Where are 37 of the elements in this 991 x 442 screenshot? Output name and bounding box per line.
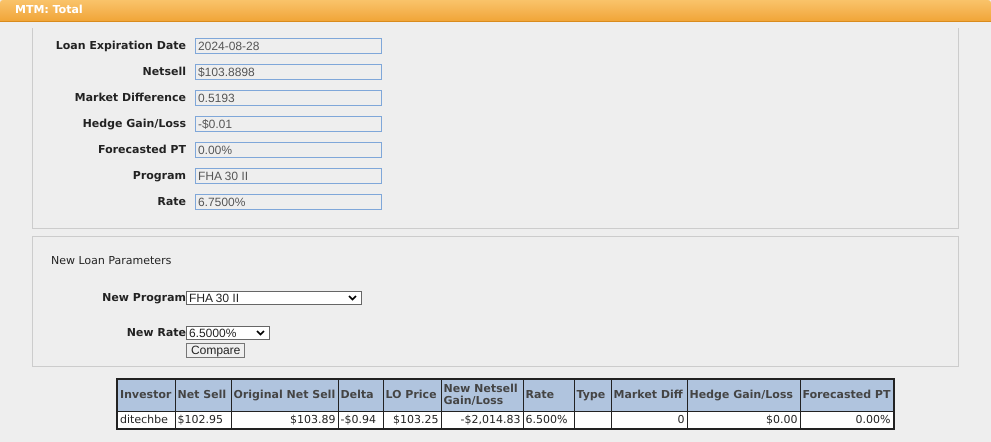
section-title: New Loan Parameters bbox=[51, 254, 172, 267]
column-header: Type bbox=[574, 379, 611, 411]
caret-icon bbox=[256, 330, 265, 336]
column-header: Hedge Gain/Loss bbox=[687, 379, 800, 411]
table-cell: 6.500% bbox=[523, 411, 574, 429]
program-select[interactable]: FHA 30 II bbox=[186, 290, 362, 305]
column-header: Original Net Sell bbox=[231, 379, 338, 411]
field-label: Market Difference bbox=[74, 90, 186, 106]
input-field[interactable]: 0.00% bbox=[195, 142, 382, 158]
column-header: LO Price bbox=[383, 379, 441, 411]
panel-title: MTM: Total bbox=[15, 2, 83, 18]
table-cell: -$0.94 bbox=[338, 411, 383, 429]
column-header: Forecasted PT bbox=[800, 379, 894, 411]
field-label: New Program bbox=[101, 290, 186, 306]
input-field[interactable]: $103.8898 bbox=[195, 64, 382, 80]
input-field[interactable]: 0.5193 bbox=[195, 90, 382, 106]
field-label: Loan Expiration Date bbox=[54, 38, 186, 54]
field-label: New Rate bbox=[126, 325, 186, 341]
column-header: Delta bbox=[338, 379, 383, 411]
table-cell: $102.95 bbox=[175, 411, 231, 429]
column-header: Market Diff bbox=[611, 379, 687, 411]
column-header: Rate bbox=[523, 379, 574, 411]
rate-select[interactable]: 6.5000% bbox=[186, 326, 270, 340]
field-label: Forecasted PT bbox=[97, 142, 186, 158]
field-label: Program bbox=[132, 168, 186, 184]
column-header: Investor bbox=[117, 379, 175, 411]
field-label: Netsell bbox=[142, 64, 186, 80]
input-field[interactable]: 6.7500% bbox=[195, 194, 382, 210]
field-label: Rate bbox=[156, 194, 186, 210]
input-field[interactable]: FHA 30 II bbox=[195, 168, 382, 184]
caret-icon bbox=[348, 294, 357, 301]
field-label: Hedge Gain/Loss bbox=[82, 116, 186, 132]
compare-button[interactable]: Compare bbox=[186, 342, 246, 358]
column-header: Net Sell bbox=[175, 379, 231, 411]
input-field[interactable]: -$0.01 bbox=[195, 116, 382, 132]
input-field[interactable]: 2024-08-28 bbox=[195, 38, 382, 54]
column-header: New Netsell Gain/Loss bbox=[441, 379, 523, 411]
